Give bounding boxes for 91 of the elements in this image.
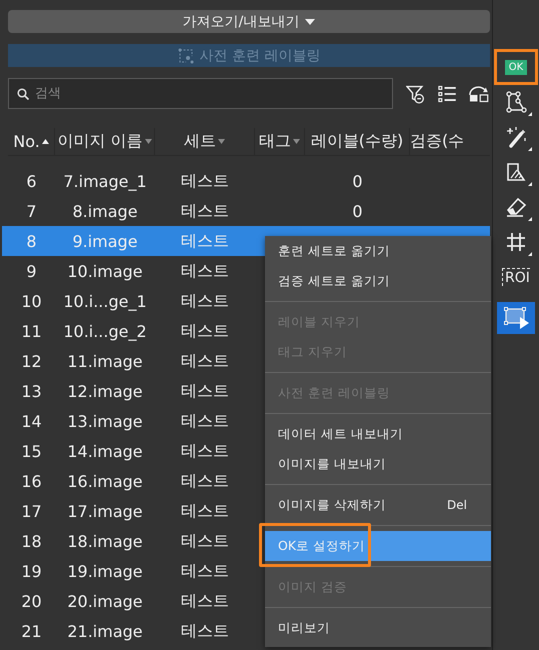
table-cell-text: 19.image xyxy=(66,562,144,580)
layout-toggle-icon[interactable] xyxy=(469,84,490,102)
tool-button[interactable] xyxy=(497,302,535,334)
node-graph-icon xyxy=(178,48,194,64)
shortcut-label: Del xyxy=(447,498,467,512)
table-cell-text: 테스트 xyxy=(180,470,230,492)
table-cell-text: 8 xyxy=(25,232,38,250)
table-cell-text: 15 xyxy=(20,442,43,460)
corner-icon xyxy=(528,112,532,116)
table-cell-text: 10.i...ge_1 xyxy=(62,292,148,310)
roi-label: ROI xyxy=(502,268,530,286)
table-cell-text: 9 xyxy=(25,262,38,280)
table-cell-text: 테스트 xyxy=(180,410,230,432)
eraser-icon xyxy=(505,196,527,218)
table-cell-text: 테스트 xyxy=(180,440,230,462)
column-header[interactable]: 태그 xyxy=(255,128,305,155)
ok-badge: OK xyxy=(504,60,528,74)
import-export-dropdown[interactable]: 가져오기/내보내기 xyxy=(8,10,490,33)
table-cell-text: 11.image xyxy=(66,352,144,370)
table-cell-text: 테스트 xyxy=(180,350,230,372)
table-row[interactable]: 7 8.image 테스트 0 xyxy=(2,196,490,226)
corner-icon xyxy=(528,147,532,151)
hatched-shape-icon xyxy=(505,161,527,183)
table-cell-text: 10.image xyxy=(66,262,144,280)
table-cell-text: 테스트 xyxy=(180,170,230,192)
filter-icon[interactable] xyxy=(406,84,425,104)
rectangle-play-icon xyxy=(502,306,530,330)
menu-item[interactable]: 검증 세트로 옮기기 xyxy=(265,266,491,296)
caret-icon xyxy=(305,18,316,24)
table-cell-text: 테스트 xyxy=(180,590,230,612)
table-cell-text: 0 xyxy=(351,202,364,220)
column-header[interactable]: No. xyxy=(8,128,55,155)
table-cell-text: 18 xyxy=(20,532,43,550)
table-cell-text: 19 xyxy=(20,562,43,580)
corner-icon xyxy=(528,182,532,186)
table-cell-text: 20 xyxy=(20,592,43,610)
table-cell-text: 테스트 xyxy=(180,260,230,282)
search-field[interactable]: 검색 xyxy=(8,78,393,109)
table-cell-text: 테스트 xyxy=(180,230,230,252)
column-header[interactable]: 이미지 이름 xyxy=(55,128,155,155)
table-cell-text: 16.image xyxy=(66,472,144,490)
tool-button[interactable]: ROI xyxy=(499,262,533,292)
grid-icon xyxy=(505,231,527,253)
table-cell-text: 6 xyxy=(25,172,38,190)
table-cell-text: 21.image xyxy=(66,622,144,640)
caret-icon xyxy=(218,139,225,144)
menu-item[interactable]: 데이터 세트 내보내기 xyxy=(265,419,491,449)
table-cell-text: 12 xyxy=(20,352,43,370)
corner-icon xyxy=(528,217,532,221)
table-cell-text: 13.image xyxy=(66,412,144,430)
sort-up-icon xyxy=(42,139,49,144)
table-cell-text: 13 xyxy=(20,382,43,400)
table-cell-text: 20.image xyxy=(66,592,144,610)
table-cell-text: 테스트 xyxy=(180,620,230,642)
menu-item[interactable]: 이미지를 내보내기 xyxy=(265,449,491,479)
table-cell-text: 18.image xyxy=(66,532,144,550)
table-cell-text: 테스트 xyxy=(180,320,230,342)
table-cell-text: 테스트 xyxy=(180,530,230,552)
table-cell-text: 11 xyxy=(20,322,43,340)
caret-icon xyxy=(144,139,152,144)
table-cell-text: 8.image xyxy=(71,202,139,220)
table-cell-text: 테스트 xyxy=(180,560,230,582)
table-cell-text: 테스트 xyxy=(180,200,230,222)
column-header[interactable]: 세트 xyxy=(155,128,255,155)
table-cell-text: 14.image xyxy=(66,442,144,460)
menu-item[interactable]: 이미지를 삭제하기 Del xyxy=(265,490,491,520)
table-cell-text: 10 xyxy=(20,292,43,310)
menu-item[interactable]: 미리보기 xyxy=(265,613,491,643)
list-icon[interactable] xyxy=(438,84,456,102)
table-cell-text: 테스트 xyxy=(180,290,230,312)
column-header[interactable]: 레이블(수량) xyxy=(305,128,410,155)
corner-icon xyxy=(528,252,532,256)
table-cell-text: 17.image xyxy=(66,502,144,520)
table-cell-text: 7.image_1 xyxy=(62,172,148,190)
table-cell-text: 17 xyxy=(20,502,43,520)
table-cell-text: 14 xyxy=(20,412,43,430)
table-cell-text: 9.image xyxy=(71,232,139,250)
table-cell-text: 0 xyxy=(351,172,364,190)
polygon-icon xyxy=(505,91,527,113)
caret-icon xyxy=(293,139,300,144)
table-row[interactable]: 6 7.image_1 테스트 0 xyxy=(2,166,490,196)
table-cell-text: 12.image xyxy=(66,382,144,400)
column-header[interactable]: 검증(수 xyxy=(410,128,490,155)
table-cell-text: 7 xyxy=(25,202,38,220)
search-icon xyxy=(17,88,29,100)
magic-wand-icon xyxy=(505,126,527,148)
table-cell-text: 테스트 xyxy=(180,500,230,522)
table-cell-text: 10.i...ge_2 xyxy=(62,322,148,340)
table-cell-text: 16 xyxy=(20,472,43,490)
table-cell-text: 테스트 xyxy=(180,380,230,402)
table-cell-text: 21 xyxy=(20,622,43,640)
